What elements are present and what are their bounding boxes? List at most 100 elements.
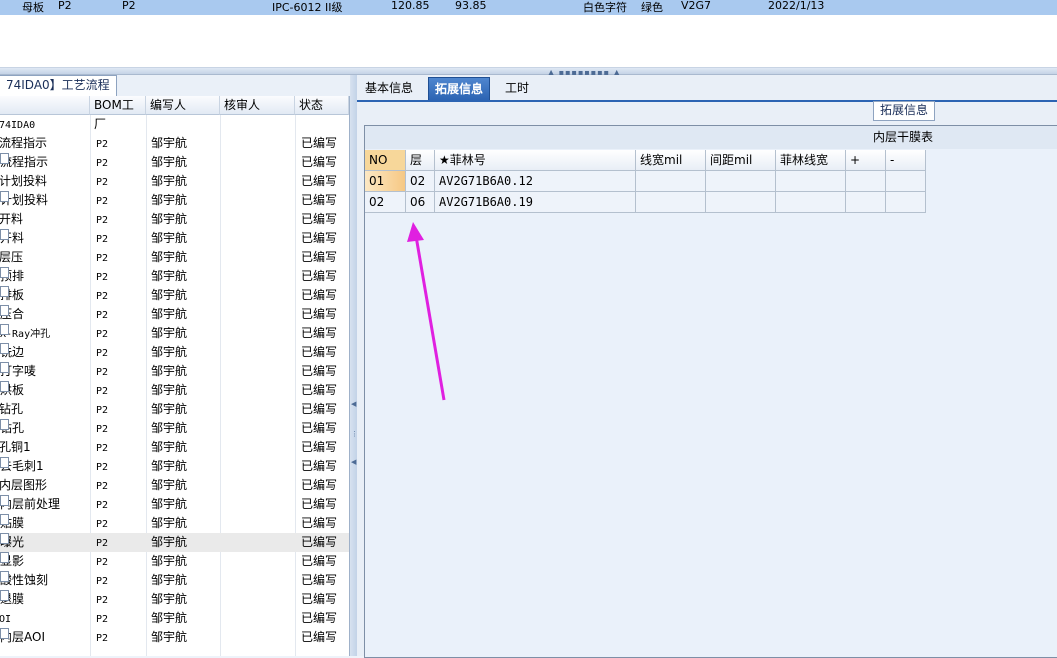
row-status-text: 已编写 bbox=[301, 630, 338, 644]
top-record-row[interactable]: 母板 P2 P2 IPC-6012 II级 120.85 93.85 白色字符 … bbox=[0, 0, 1057, 15]
table-row[interactable]: 流程指示 P2 邹宇航 已编写 bbox=[0, 153, 349, 172]
table-row[interactable]: 铣边 P2 邹宇航 已编写 bbox=[0, 343, 349, 362]
table-row[interactable]: 开料 P2 邹宇航 已编写 bbox=[0, 210, 349, 229]
document-icon bbox=[0, 305, 9, 316]
grid-cell[interactable] bbox=[706, 192, 776, 213]
row-step-name: 计划投料 bbox=[0, 191, 48, 210]
table-row[interactable]: 计划投料 P2 邹宇航 已编写 bbox=[0, 172, 349, 191]
row-writer-text: 邹宇航 bbox=[151, 174, 188, 188]
grid-cell[interactable]: 02 bbox=[406, 171, 435, 192]
table-row[interactable]: 酸性蚀刻 P2 邹宇航 已编写 bbox=[0, 571, 349, 590]
grid-cell[interactable]: AV2G71B6A0.12 bbox=[435, 171, 636, 192]
table-row[interactable]: 计划投料 P2 邹宇航 已编写 bbox=[0, 191, 349, 210]
tab-extended-info[interactable]: 拓展信息 bbox=[428, 77, 491, 100]
row-bom: P2 bbox=[96, 571, 108, 591]
table-row[interactable]: 排板 P2 邹宇航 已编写 bbox=[0, 286, 349, 305]
row-bom-text: P2 bbox=[96, 576, 109, 587]
row-writer-text: 邹宇航 bbox=[151, 516, 188, 530]
grid-cell[interactable] bbox=[636, 192, 706, 213]
row-status: 已编写 bbox=[301, 609, 337, 628]
table-row[interactable]: 流程指示 P2 邹宇航 已编写 bbox=[0, 134, 349, 153]
row-status-text: 已编写 bbox=[301, 174, 338, 188]
table-row[interactable]: 内层AOI P2 邹宇航 已编写 bbox=[0, 628, 349, 647]
inner-layer-dry-film-grid[interactable]: 内层干膜表 NO 层 ★菲林号 线宽mil 间距mil 菲林线宽 + -01 02 AV2G71B… bbox=[364, 125, 1057, 658]
grid-column-header[interactable]: ★菲林号 bbox=[435, 150, 636, 171]
grid-cell[interactable]: 02 bbox=[365, 192, 406, 213]
row-writer-text: 邹宇航 bbox=[151, 136, 188, 150]
table-row[interactable]: 74IDA0 bbox=[0, 115, 349, 134]
grid-column-header[interactable]: 层 bbox=[406, 150, 435, 171]
grid-cell[interactable] bbox=[776, 171, 846, 192]
grid-column-header[interactable]: 菲林线宽 bbox=[776, 150, 846, 171]
column-header-bom[interactable]: BOM工厂 bbox=[90, 96, 146, 131]
table-row[interactable]: 显影 P2 邹宇航 已编写 bbox=[0, 552, 349, 571]
row-bom: P2 bbox=[96, 324, 108, 344]
grid-cell[interactable]: 06 bbox=[406, 192, 435, 213]
table-row[interactable]: 开料 P2 邹宇航 已编写 bbox=[0, 229, 349, 248]
column-header-writer[interactable]: 编写人 bbox=[146, 96, 220, 115]
table-row[interactable]: 退膜 P2 邹宇航 已编写 bbox=[0, 590, 349, 609]
grid-cell[interactable] bbox=[886, 192, 926, 213]
table-row[interactable]: 层压 P2 邹宇航 已编写 bbox=[0, 248, 349, 267]
grid-cell[interactable] bbox=[706, 171, 776, 192]
row-writer-text: 邹宇航 bbox=[151, 212, 188, 226]
grid-cell[interactable] bbox=[846, 192, 886, 213]
column-header-name[interactable] bbox=[0, 96, 90, 115]
grid-column-header[interactable]: NO bbox=[365, 150, 406, 171]
table-row[interactable]: 打字唛 P2 邹宇航 已编写 bbox=[0, 362, 349, 381]
column-header-reviewer[interactable]: 核审人 bbox=[220, 96, 295, 115]
table-row[interactable]: X-Ray冲孔 P2 邹宇航 已编写 bbox=[0, 324, 349, 343]
row-bom: P2 bbox=[96, 343, 108, 363]
document-icon bbox=[0, 457, 9, 468]
grid-cell[interactable] bbox=[776, 192, 846, 213]
row-step-name-text: 开料 bbox=[0, 212, 24, 226]
row-bom-text: P2 bbox=[96, 196, 109, 207]
row-bom: P2 bbox=[96, 457, 108, 477]
grid-column-header[interactable]: - bbox=[886, 150, 926, 171]
row-status: 已编写 bbox=[301, 571, 337, 590]
document-icon bbox=[0, 343, 9, 354]
table-row[interactable]: OI P2 邹宇航 已编写 bbox=[0, 609, 349, 628]
row-status: 已编写 bbox=[301, 286, 337, 305]
grid-column-header[interactable]: + bbox=[846, 150, 886, 171]
table-row[interactable]: 孔铜1 P2 邹宇航 已编写 bbox=[0, 438, 349, 457]
table-row[interactable]: 曝光 P2 邹宇航 已编写 bbox=[0, 533, 349, 552]
grid-cell[interactable] bbox=[886, 171, 926, 192]
grid-cell[interactable] bbox=[636, 171, 706, 192]
row-status: 已编写 bbox=[301, 400, 337, 419]
row-step-name-text: 内层图形 bbox=[0, 478, 48, 492]
table-row[interactable]: 预排 P2 邹宇航 已编写 bbox=[0, 267, 349, 286]
table-row[interactable]: 贴膜 P2 邹宇航 已编写 bbox=[0, 514, 349, 533]
process-flow-grid[interactable]: BOM工厂 编写人 核审人 状态 74IDA0 流程指示 P2 邹宇航 已编写 流程指示 P… bbox=[0, 96, 350, 656]
column-header-status[interactable]: 状态 bbox=[295, 96, 349, 115]
table-row[interactable]: 内层图形 P2 邹宇航 已编写 bbox=[0, 476, 349, 495]
tab-work-hours[interactable]: 工时 bbox=[499, 77, 535, 99]
table-row[interactable]: 去毛刺1 P2 邹宇航 已编写 bbox=[0, 457, 349, 476]
tab-basic-info[interactable]: 基本信息 bbox=[359, 77, 419, 99]
grid-cell[interactable]: AV2G71B6A0.19 bbox=[435, 192, 636, 213]
row-step-name: 开料 bbox=[0, 229, 24, 248]
row-writer: 邹宇航 bbox=[151, 571, 187, 590]
grid-cell[interactable] bbox=[846, 171, 886, 192]
table-row[interactable]: 内层前处理 P2 邹宇航 已编写 bbox=[0, 495, 349, 514]
top-cell: 绿色 bbox=[641, 1, 663, 14]
row-step-name: 内层AOI bbox=[0, 628, 45, 647]
collapse-left-icon[interactable]: ◀ bbox=[351, 400, 356, 408]
grid-cell[interactable]: 01 bbox=[365, 171, 406, 192]
row-writer-text: 邹宇航 bbox=[151, 193, 188, 207]
vertical-splitter[interactable]: ◀ ⋮ ◀ bbox=[350, 75, 358, 656]
row-status: 已编写 bbox=[301, 191, 337, 210]
row-writer-text: 邹宇航 bbox=[151, 307, 188, 321]
horizontal-splitter[interactable]: ▲ ▪▪▪▪▪▪▪▪ ▲ bbox=[0, 68, 1057, 77]
grid-column-header[interactable]: 线宽mil bbox=[636, 150, 706, 171]
table-row[interactable]: 钻孔 P2 邹宇航 已编写 bbox=[0, 400, 349, 419]
table-row[interactable]: 钻孔 P2 邹宇航 已编写 bbox=[0, 419, 349, 438]
row-writer: 邹宇航 bbox=[151, 552, 187, 571]
row-writer-text: 邹宇航 bbox=[151, 231, 188, 245]
row-step-name-text: 孔铜1 bbox=[0, 440, 31, 454]
table-row[interactable]: 烘板 P2 邹宇航 已编写 bbox=[0, 381, 349, 400]
table-row[interactable]: 压合 P2 邹宇航 已编写 bbox=[0, 305, 349, 324]
row-bom: P2 bbox=[96, 134, 108, 154]
collapse-left-icon[interactable]: ◀ bbox=[351, 458, 356, 466]
grid-column-header[interactable]: 间距mil bbox=[706, 150, 776, 171]
